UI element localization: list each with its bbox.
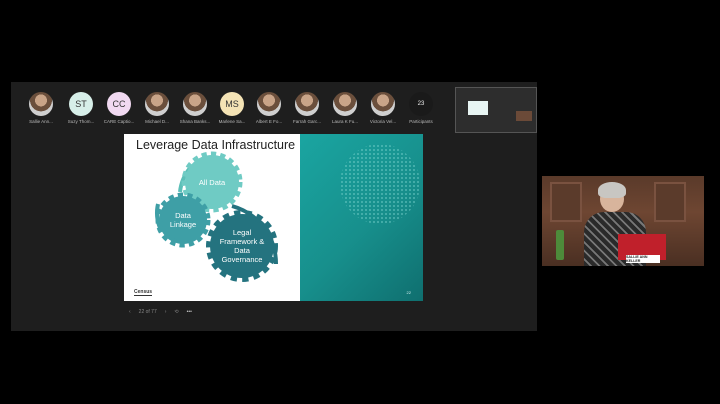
participants-label: Participants xyxy=(409,119,433,124)
gear-legal-framework: Legal Framework & Data Governance xyxy=(219,228,265,264)
participant-tile[interactable]: CC CARE Captio... xyxy=(99,90,139,126)
slide-number: 22 xyxy=(406,290,411,295)
participant-name: Albert E Fo... xyxy=(255,119,283,124)
slide-teal-panel: 22 xyxy=(300,134,423,301)
participant-tile[interactable]: Albert E Fo... xyxy=(249,90,289,126)
next-slide-button[interactable]: › xyxy=(165,309,167,315)
avatar xyxy=(333,92,357,116)
speaker-hair xyxy=(598,182,626,198)
gear-diagram xyxy=(155,151,279,282)
slide-navigation: ‹ 22 of 77 › ⟲ ••• xyxy=(129,307,192,317)
participant-tile[interactable]: Victoria Vel... xyxy=(363,90,403,126)
avatar: ST xyxy=(69,92,93,116)
gear-data-linkage: Data Linkage xyxy=(169,211,197,229)
avatar: CC xyxy=(107,92,131,116)
participant-name: Laura K Fu... xyxy=(331,119,358,124)
participants-button[interactable]: 23 Participants xyxy=(401,90,441,126)
slide-position: 22 of 77 xyxy=(138,309,157,315)
participant-name: Michael D... xyxy=(145,119,169,124)
avatar xyxy=(183,92,207,116)
participant-name: Suzy Thom... xyxy=(67,119,95,124)
census-logo: Census xyxy=(134,289,153,296)
avatar xyxy=(257,92,281,116)
participant-tile[interactable]: Sallie Ann... xyxy=(21,90,61,126)
participant-tile[interactable]: Laura K Fu... xyxy=(325,90,365,126)
wall-panel xyxy=(550,182,582,222)
participant-name: CARE Captio... xyxy=(103,119,135,124)
camera-thumbnail xyxy=(516,111,532,121)
participant-strip: Sallie Ann... ST Suzy Thom... CC CARE Ca… xyxy=(11,82,451,128)
avatar xyxy=(371,92,395,116)
avatar xyxy=(295,92,319,116)
meeting-window: Sallie Ann... ST Suzy Thom... CC CARE Ca… xyxy=(11,82,537,331)
participant-tile[interactable]: ST Suzy Thom... xyxy=(61,90,101,126)
dot-pattern xyxy=(340,144,420,224)
avatar xyxy=(29,92,53,116)
sync-icon[interactable]: ⟲ xyxy=(174,309,178,315)
participant-tile[interactable]: Michael D... xyxy=(137,90,177,126)
participant-tile[interactable]: Shana Banks... xyxy=(175,90,215,126)
participants-count: 23 xyxy=(409,92,433,116)
shared-slide: Leverage Data Infrastructure All Data Da… xyxy=(124,134,423,301)
prev-slide-button[interactable]: ‹ xyxy=(129,309,131,315)
water-bottle xyxy=(556,230,564,260)
participant-name: Shana Banks... xyxy=(179,119,211,124)
participant-name: Marlene Sa... xyxy=(218,119,246,124)
slide-thumbnail xyxy=(468,101,488,115)
avatar xyxy=(145,92,169,116)
nameplate: SALLIE ANN KELLER xyxy=(626,255,660,263)
participant-tile[interactable]: Farrah Garc... xyxy=(287,90,327,126)
avatar: MS xyxy=(220,92,244,116)
more-options-button[interactable]: ••• xyxy=(187,309,192,315)
participant-name: Victoria Vel... xyxy=(369,119,397,124)
self-view-thumbnail[interactable] xyxy=(455,87,537,133)
participant-name: Sallie Ann... xyxy=(29,119,53,124)
participant-tile[interactable]: MS Marlene Sa... xyxy=(212,90,252,126)
gear-all-data: All Data xyxy=(198,177,226,187)
participant-name: Farrah Garc... xyxy=(292,119,321,124)
speaker-video: SALLIE ANN KELLER xyxy=(542,176,704,266)
wall-panel xyxy=(654,182,686,222)
